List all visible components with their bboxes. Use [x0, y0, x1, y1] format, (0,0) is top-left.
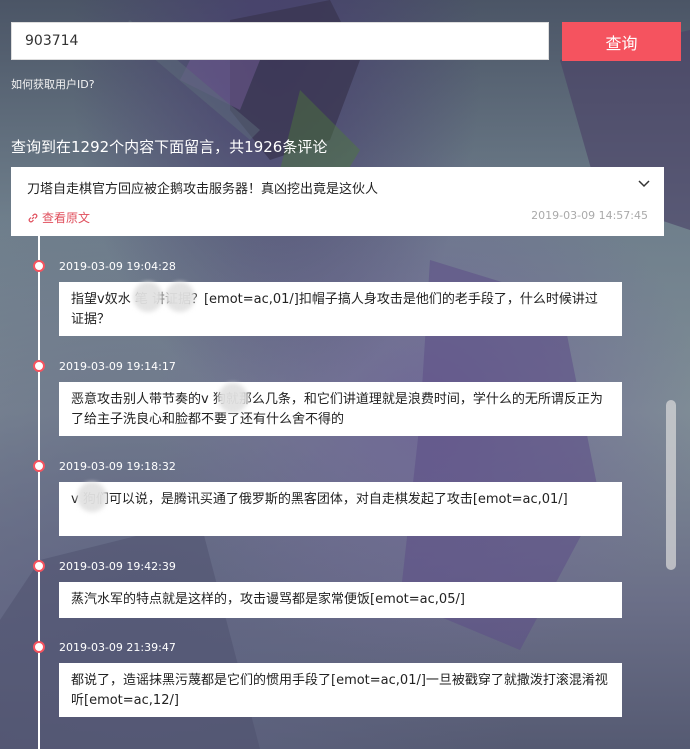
timeline-dot [33, 260, 45, 272]
query-button[interactable]: 查询 [562, 22, 681, 61]
redaction-blur [165, 282, 195, 312]
comment-time: 2019-03-09 19:18:32 [59, 460, 176, 473]
comment-text: v 狗们可以说，是腾讯买通了俄罗斯的黑客团体，对自走棋发起了攻击[emot=ac… [71, 492, 568, 507]
comment-text: 都说了，造谣抹黑污蔑都是它们的惯用手段了[emot=ac,01/]一旦被戳穿了就… [71, 673, 608, 708]
comment-box: 蒸汽水军的特点就是这样的，攻击谩骂都是家常便饭[emot=ac,05/] [59, 582, 622, 618]
redaction-blur [77, 482, 107, 512]
redaction-blur [218, 383, 248, 413]
content-card: 刀塔自走棋官方回应被企鹅攻击服务器！真凶挖出竟是这伙人 查看原文 2019-03… [11, 167, 664, 236]
comment-text: 蒸汽水军的特点就是这样的，攻击谩骂都是家常便饭[emot=ac,05/] [71, 592, 465, 607]
comment-box: v 狗们可以说，是腾讯买通了俄罗斯的黑客团体，对自走棋发起了攻击[emot=ac… [59, 482, 622, 536]
comment-time: 2019-03-09 19:14:17 [59, 360, 176, 373]
timeline-dot [33, 560, 45, 572]
chevron-down-icon[interactable] [638, 179, 650, 189]
comment-time: 2019-03-09 19:04:28 [59, 260, 176, 273]
timeline-dot [33, 460, 45, 472]
timeline-dot [33, 641, 45, 653]
background-art [0, 0, 690, 749]
help-link[interactable]: 如何获取用户ID? [11, 76, 95, 92]
link-icon [28, 213, 38, 222]
redaction-blur [133, 282, 163, 312]
comment-box: 恶意攻击别人带节奏的v 狗就那么几条，和它们讲道理就是浪费时间，学什么的无所谓反… [59, 382, 622, 436]
search-input[interactable] [11, 22, 549, 60]
timeline-dot [33, 360, 45, 372]
comment-time: 2019-03-09 19:42:39 [59, 560, 176, 573]
timeline-line [38, 236, 40, 749]
content-time: 2019-03-09 14:57:45 [531, 209, 648, 222]
view-original-link[interactable]: 查看原文 [27, 209, 90, 226]
content-title: 刀塔自走棋官方回应被企鹅攻击服务器！真凶挖出竟是这伙人 [27, 182, 379, 197]
comment-time: 2019-03-09 21:39:47 [59, 641, 176, 654]
result-summary: 查询到在1292个内容下面留言，共1926条评论 [11, 138, 328, 156]
comment-text: 恶意攻击别人带节奏的v 狗就那么几条，和它们讲道理就是浪费时间，学什么的无所谓反… [71, 392, 603, 427]
comment-box: 都说了，造谣抹黑污蔑都是它们的惯用手段了[emot=ac,01/]一旦被戳穿了就… [59, 663, 622, 717]
scrollbar-thumb[interactable] [666, 400, 676, 570]
view-original-label: 查看原文 [42, 211, 91, 225]
